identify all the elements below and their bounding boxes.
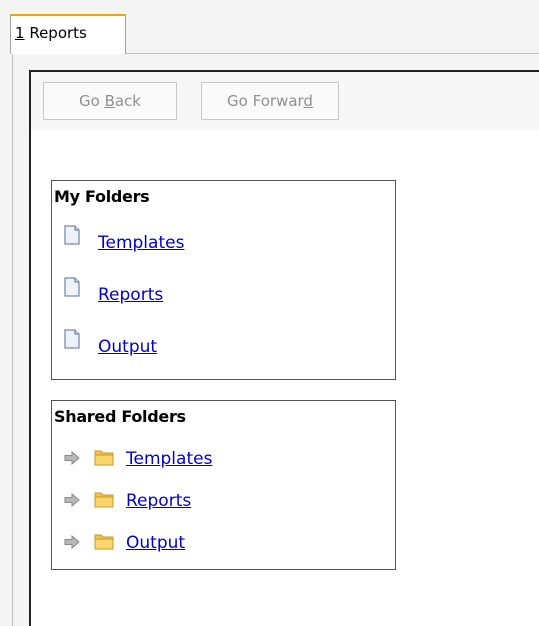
folder-icon [94,492,114,508]
navigation-toolbar: Go Back Go Forward [31,72,539,130]
document-icon [64,277,80,297]
document-icon [64,225,80,245]
arrow-right-icon[interactable] [64,535,80,549]
app-window: 1 Reports Go Back Go Forward My Folders [0,0,539,626]
my-folders-link[interactable]: Templates [98,233,184,253]
my-folders-panel: My Folders Templates Reports Output [51,180,396,380]
tab-strip: 1 Reports [0,0,539,54]
tab-label: Reports [24,24,87,42]
folder-icon [94,450,114,466]
reports-view: Go Back Go Forward My Folders Templates [29,70,539,626]
my-folders-title: My Folders [54,187,150,206]
arrow-right-icon[interactable] [64,493,80,507]
go-forward-label-pre: Go Forwar [227,92,304,110]
go-back-label-post: ack [114,92,141,110]
my-folders-link[interactable]: Output [98,337,157,357]
go-forward-button[interactable]: Go Forward [201,82,339,120]
shared-folders-panel: Shared Folders Templates Reports Output [51,400,396,570]
shared-folders-title: Shared Folders [54,407,186,426]
arrow-right-icon[interactable] [64,451,80,465]
document-icon [64,329,80,349]
tab-content-pane: Go Back Go Forward My Folders Templates [12,54,539,626]
shared-folders-link[interactable]: Output [126,533,185,553]
shared-folders-link[interactable]: Reports [126,491,191,511]
go-back-mnemonic: B [104,92,115,110]
go-back-label-pre: Go [78,92,105,110]
go-back-button[interactable]: Go Back [43,82,177,120]
shared-folders-link[interactable]: Templates [126,449,212,469]
my-folders-link[interactable]: Reports [98,285,163,305]
tab-reports[interactable]: 1 Reports [10,14,126,54]
folder-icon [94,534,114,550]
go-forward-mnemonic: d [303,92,313,110]
tab-mnemonic: 1 [15,24,25,42]
